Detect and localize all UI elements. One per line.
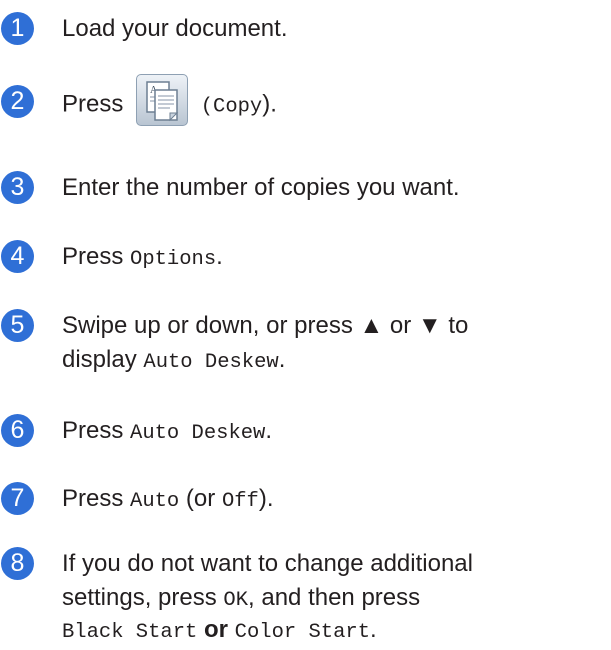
step-text-press: Press: [62, 417, 124, 444]
step-number-badge: 5: [1, 309, 34, 342]
step-number-badge: 7: [1, 482, 34, 515]
step-text-line-2: display Auto Deskew.: [62, 342, 607, 380]
code-black-start: Black Start: [62, 621, 198, 644]
paren-open: (: [200, 95, 214, 119]
step-number-badge: 1: [1, 12, 34, 45]
step-text-period: .: [216, 243, 223, 270]
step-text-line-1: Swipe up or down, or press ▲ or ▼ to: [62, 312, 469, 339]
code-ok: OK: [223, 589, 249, 612]
step-text-period: .: [370, 616, 377, 643]
step-text-or: (or: [185, 485, 216, 512]
step-number-badge: 6: [1, 414, 34, 447]
code-off: Off: [221, 490, 259, 513]
code-auto-deskew: Auto Deskew: [130, 422, 266, 445]
step-text-settings: settings, press: [62, 584, 217, 611]
step-text-press: Press: [62, 243, 124, 270]
code-auto: Auto: [130, 490, 180, 513]
step-text: Press Auto Deskew.: [62, 413, 607, 451]
step-text-press: Press: [62, 485, 124, 512]
code-color-start: Color Start: [234, 621, 370, 644]
step-text: Load your document.: [62, 15, 288, 42]
step-text: Press Auto (or Off).: [62, 481, 607, 519]
step-text: Press Options.: [62, 239, 607, 277]
step-text-line-3: Black Start or Color Start.: [62, 612, 607, 650]
step-number-badge: 8: [1, 547, 34, 580]
step-text-then: , and then press: [248, 584, 421, 611]
step-text-display: display: [62, 346, 137, 373]
code-options: Options: [130, 248, 217, 271]
step-text-period: .: [278, 346, 286, 373]
step-text: Enter the number of copies you want.: [62, 174, 460, 201]
code-auto-deskew: Auto Deskew: [143, 351, 279, 374]
step-text-close: ).: [258, 485, 274, 512]
step-text-line-1: If you do not want to change additional: [62, 550, 473, 577]
paren-close: ).: [262, 90, 277, 118]
step-text-or: or: [204, 616, 228, 643]
step-text-press: Press: [62, 90, 124, 118]
step-text: Press A (Copy).: [62, 74, 607, 126]
step-number-badge: 2: [1, 85, 34, 118]
step-number-badge: 4: [1, 240, 34, 273]
step-number-badge: 3: [1, 171, 34, 204]
step-text-period: .: [265, 417, 273, 444]
copy-icon: A: [136, 74, 189, 126]
code-copy: Copy: [213, 95, 263, 119]
